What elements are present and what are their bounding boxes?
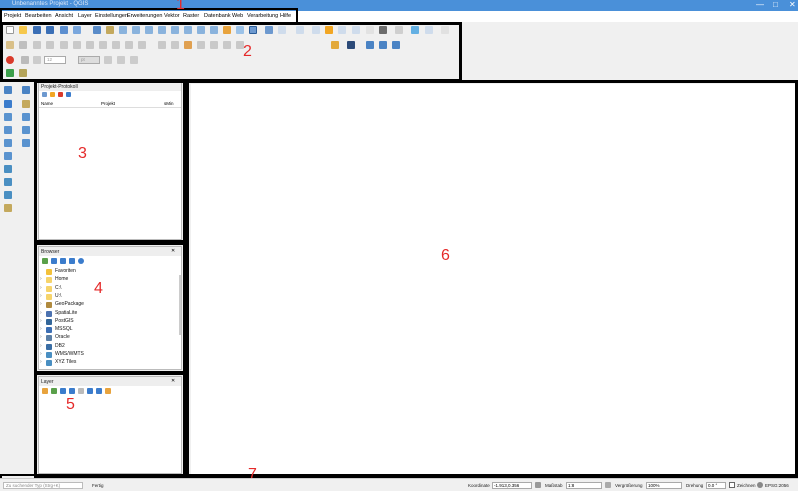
render-label: Zeichnen (737, 483, 756, 488)
scale-label: Maßstab (545, 483, 563, 488)
annotation-label-3: 3 (78, 145, 87, 162)
crs-label[interactable]: EPSG:2056 (765, 483, 789, 488)
highlight-box-3 (34, 80, 186, 243)
new-temp-layer-icon[interactable] (22, 113, 30, 121)
new-geopackage-icon[interactable] (22, 100, 30, 108)
locator-search-input[interactable]: Zu suchender Typ (Strg+K) (3, 482, 83, 489)
highlight-box-5 (34, 372, 186, 478)
coordinate-field[interactable]: -1.913,0.356 (492, 482, 532, 489)
add-wcs-icon[interactable] (4, 178, 12, 186)
add-mssql-icon[interactable] (4, 139, 12, 147)
annotation-label-6: 6 (441, 247, 450, 264)
highlight-box-4 (34, 242, 186, 374)
annotation-label-2: 2 (243, 43, 252, 60)
layer-toolbar (0, 80, 34, 478)
new-shapefile-icon[interactable] (22, 86, 30, 94)
render-checkbox[interactable] (729, 482, 735, 488)
add-spatialite-icon[interactable] (4, 113, 12, 121)
add-vector-layer-icon[interactable] (4, 86, 12, 94)
lock-scale-icon[interactable] (605, 482, 611, 488)
coordinate-label: Koordinate (468, 483, 490, 488)
extents-toggle-icon[interactable] (535, 482, 541, 488)
annotation-label-5: 5 (66, 396, 75, 413)
minimize-button[interactable]: — (756, 0, 764, 9)
add-oracle-icon[interactable] (4, 152, 12, 160)
add-postgis-icon[interactable] (4, 126, 12, 134)
add-virtual-layer-icon[interactable] (22, 126, 30, 134)
rotation-field[interactable]: 0.0 ° (706, 482, 726, 489)
rotation-label: Drehung (686, 483, 704, 488)
crs-globe-icon[interactable] (757, 482, 763, 488)
locator-placeholder: Zu suchender Typ (Strg+K) (6, 483, 61, 488)
window-title: Unbenanntes Projekt - QGIS (12, 1, 89, 7)
annotation-label-1: 1 (176, 0, 185, 13)
close-button[interactable]: ✕ (789, 0, 796, 9)
magnifier-label: Vergrößerung (615, 483, 643, 488)
highlight-box-2 (0, 22, 462, 82)
highlight-box-6 (186, 80, 798, 478)
add-wms-icon[interactable] (4, 165, 12, 173)
maximize-button[interactable]: □ (773, 0, 778, 9)
magnifier-field[interactable]: 100% (646, 482, 682, 489)
add-wfs-icon[interactable] (4, 191, 12, 199)
status-bar: Zu suchender Typ (Strg+K) Fertig Koordin… (0, 478, 798, 491)
add-raster-layer-icon[interactable] (4, 100, 12, 108)
add-mesh-icon[interactable] (22, 139, 30, 147)
add-delimited-icon[interactable] (4, 204, 12, 212)
scale-field[interactable]: 1:8 (566, 482, 602, 489)
status-ready: Fertig (92, 483, 104, 488)
annotation-label-4: 4 (94, 280, 103, 297)
